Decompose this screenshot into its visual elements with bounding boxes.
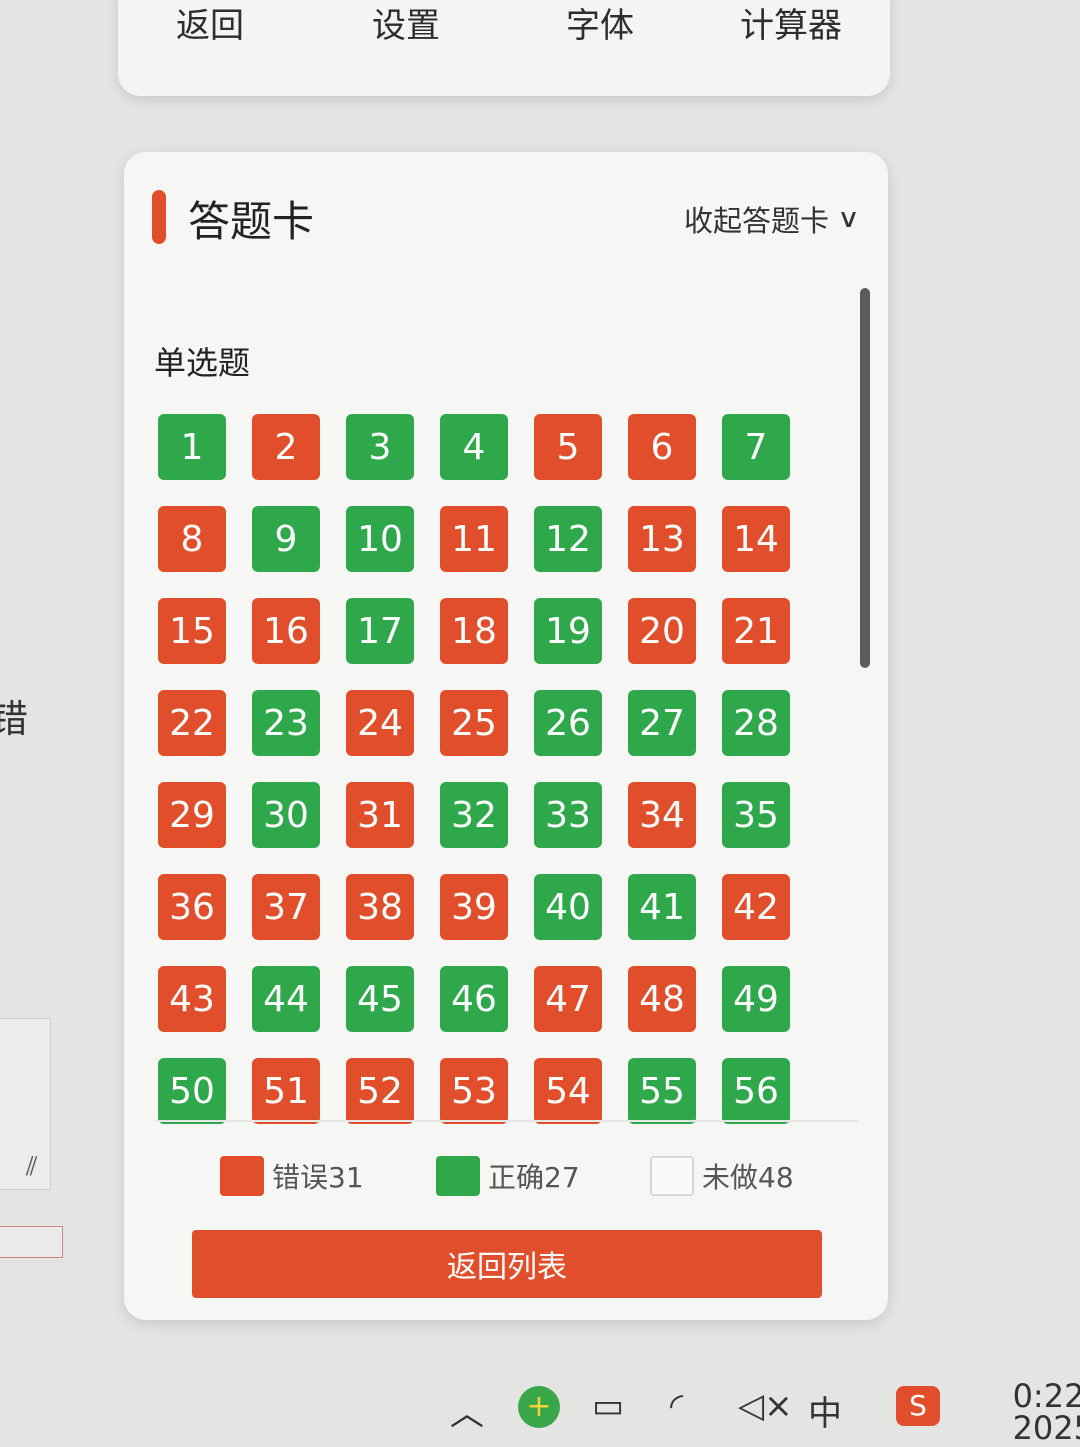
question-9-button[interactable]: 9 bbox=[252, 506, 320, 572]
chevron-down-icon: ∨ bbox=[837, 204, 860, 234]
question-49-button[interactable]: 49 bbox=[722, 966, 790, 1032]
wifi-icon[interactable]: ◜ bbox=[670, 1386, 683, 1426]
calculator-button[interactable]: 计算器 bbox=[740, 0, 842, 47]
question-18-button[interactable]: 18 bbox=[440, 598, 508, 664]
scrollbar-thumb[interactable] bbox=[860, 288, 870, 668]
question-55-button[interactable]: 55 bbox=[628, 1058, 696, 1124]
question-11-button[interactable]: 11 bbox=[440, 506, 508, 572]
legend-undone-label: 未做48 bbox=[702, 1161, 794, 1194]
top-toolbar: 返回 设置 字体 计算器 bbox=[118, 0, 890, 96]
question-39-button[interactable]: 39 bbox=[440, 874, 508, 940]
question-22-button[interactable]: 22 bbox=[158, 690, 226, 756]
answer-card-title: 答题卡 bbox=[188, 197, 315, 246]
question-54-button[interactable]: 54 bbox=[534, 1058, 602, 1124]
question-19-button[interactable]: 19 bbox=[534, 598, 602, 664]
font-button[interactable]: 字体 bbox=[566, 0, 634, 47]
question-25-button[interactable]: 25 bbox=[440, 690, 508, 756]
right-swatch bbox=[436, 1156, 480, 1196]
question-56-button[interactable]: 56 bbox=[722, 1058, 790, 1124]
question-33-button[interactable]: 33 bbox=[534, 782, 602, 848]
question-31-button[interactable]: 31 bbox=[346, 782, 414, 848]
question-46-button[interactable]: 46 bbox=[440, 966, 508, 1032]
question-28-button[interactable]: 28 bbox=[722, 690, 790, 756]
sogou-icon[interactable]: S bbox=[896, 1386, 940, 1426]
question-26-button[interactable]: 26 bbox=[534, 690, 602, 756]
question-35-button[interactable]: 35 bbox=[722, 782, 790, 848]
return-to-list-button[interactable]: 返回列表 bbox=[192, 1230, 822, 1298]
question-1-button[interactable]: 1 bbox=[158, 414, 226, 480]
clock-date: 2025 bbox=[1012, 1409, 1080, 1447]
question-32-button[interactable]: 32 bbox=[440, 782, 508, 848]
question-10-button[interactable]: 10 bbox=[346, 506, 414, 572]
battery-icon[interactable]: ▭ bbox=[592, 1386, 624, 1426]
divider bbox=[154, 1120, 858, 1122]
app-icon[interactable]: + bbox=[518, 1386, 560, 1428]
question-5-button[interactable]: 5 bbox=[534, 414, 602, 480]
resize-icon[interactable]: ⫽ bbox=[26, 1152, 38, 1183]
question-17-button[interactable]: 17 bbox=[346, 598, 414, 664]
question-40-button[interactable]: 40 bbox=[534, 874, 602, 940]
question-38-button[interactable]: 38 bbox=[346, 874, 414, 940]
answer-card-panel: 答题卡 收起答题卡 ∨ 单选题 1 2 3 4 5 6 7 8 9 10 11 12 13 14 15 16 1… bbox=[124, 152, 888, 1320]
question-20-button[interactable]: 20 bbox=[628, 598, 696, 664]
question-53-button[interactable]: 53 bbox=[440, 1058, 508, 1124]
question-24-button[interactable]: 24 bbox=[346, 690, 414, 756]
volume-muted-icon[interactable]: ◁× bbox=[738, 1386, 793, 1426]
question-13-button[interactable]: 13 bbox=[628, 506, 696, 572]
back-button[interactable]: 返回 bbox=[176, 0, 244, 47]
question-23-button[interactable]: 23 bbox=[252, 690, 320, 756]
question-34-button[interactable]: 34 bbox=[628, 782, 696, 848]
question-45-button[interactable]: 45 bbox=[346, 966, 414, 1032]
question-37-button[interactable]: 37 bbox=[252, 874, 320, 940]
legend-wrong-label: 错误31 bbox=[272, 1161, 364, 1194]
question-4-button[interactable]: 4 bbox=[440, 414, 508, 480]
legend-right: 正确27 bbox=[436, 1156, 580, 1196]
question-6-button[interactable]: 6 bbox=[628, 414, 696, 480]
clock[interactable]: 0:22 2025 bbox=[1013, 1380, 1080, 1444]
question-16-button[interactable]: 16 bbox=[252, 598, 320, 664]
question-12-button[interactable]: 12 bbox=[534, 506, 602, 572]
question-8-button[interactable]: 8 bbox=[158, 506, 226, 572]
question-grid: 1 2 3 4 5 6 7 8 9 10 11 12 13 14 15 16 17 18 19 20 21 22 23 24 2… bbox=[158, 414, 818, 1124]
tray-expand-icon[interactable]: ︿ bbox=[450, 1386, 484, 1435]
collapse-label: 收起答题卡 bbox=[683, 204, 829, 238]
wrong-swatch bbox=[220, 1156, 264, 1196]
question-30-button[interactable]: 30 bbox=[252, 782, 320, 848]
question-42-button[interactable]: 42 bbox=[722, 874, 790, 940]
question-43-button[interactable]: 43 bbox=[158, 966, 226, 1032]
question-51-button[interactable]: 51 bbox=[252, 1058, 320, 1124]
collapse-answer-card-button[interactable]: 收起答题卡 ∨ bbox=[683, 198, 860, 240]
settings-button[interactable]: 设置 bbox=[372, 0, 440, 47]
section-title-single-choice: 单选题 bbox=[154, 344, 251, 382]
legend-wrong: 错误31 bbox=[220, 1156, 364, 1196]
question-52-button[interactable]: 52 bbox=[346, 1058, 414, 1124]
legend-right-label: 正确27 bbox=[488, 1161, 580, 1194]
question-29-button[interactable]: 29 bbox=[158, 782, 226, 848]
question-47-button[interactable]: 47 bbox=[534, 966, 602, 1032]
question-41-button[interactable]: 41 bbox=[628, 874, 696, 940]
background-text: 错 bbox=[0, 697, 29, 741]
question-48-button[interactable]: 48 bbox=[628, 966, 696, 1032]
question-50-button[interactable]: 50 bbox=[158, 1058, 226, 1124]
question-21-button[interactable]: 21 bbox=[722, 598, 790, 664]
clock-time: 0:22 bbox=[1012, 1377, 1080, 1415]
question-27-button[interactable]: 27 bbox=[628, 690, 696, 756]
question-2-button[interactable]: 2 bbox=[252, 414, 320, 480]
question-36-button[interactable]: 36 bbox=[158, 874, 226, 940]
ime-icon[interactable]: 中 bbox=[808, 1386, 842, 1435]
taskbar-tray: ︿ + ▭ ◜ ◁× 中 S 0:22 2025 bbox=[0, 1380, 1080, 1444]
legend-undone: 未做48 bbox=[650, 1156, 794, 1196]
title-accent-bar bbox=[152, 190, 166, 244]
question-14-button[interactable]: 14 bbox=[722, 506, 790, 572]
question-7-button[interactable]: 7 bbox=[722, 414, 790, 480]
undone-swatch bbox=[650, 1156, 694, 1196]
question-44-button[interactable]: 44 bbox=[252, 966, 320, 1032]
question-15-button[interactable]: 15 bbox=[158, 598, 226, 664]
question-3-button[interactable]: 3 bbox=[346, 414, 414, 480]
background-field bbox=[0, 1226, 63, 1258]
